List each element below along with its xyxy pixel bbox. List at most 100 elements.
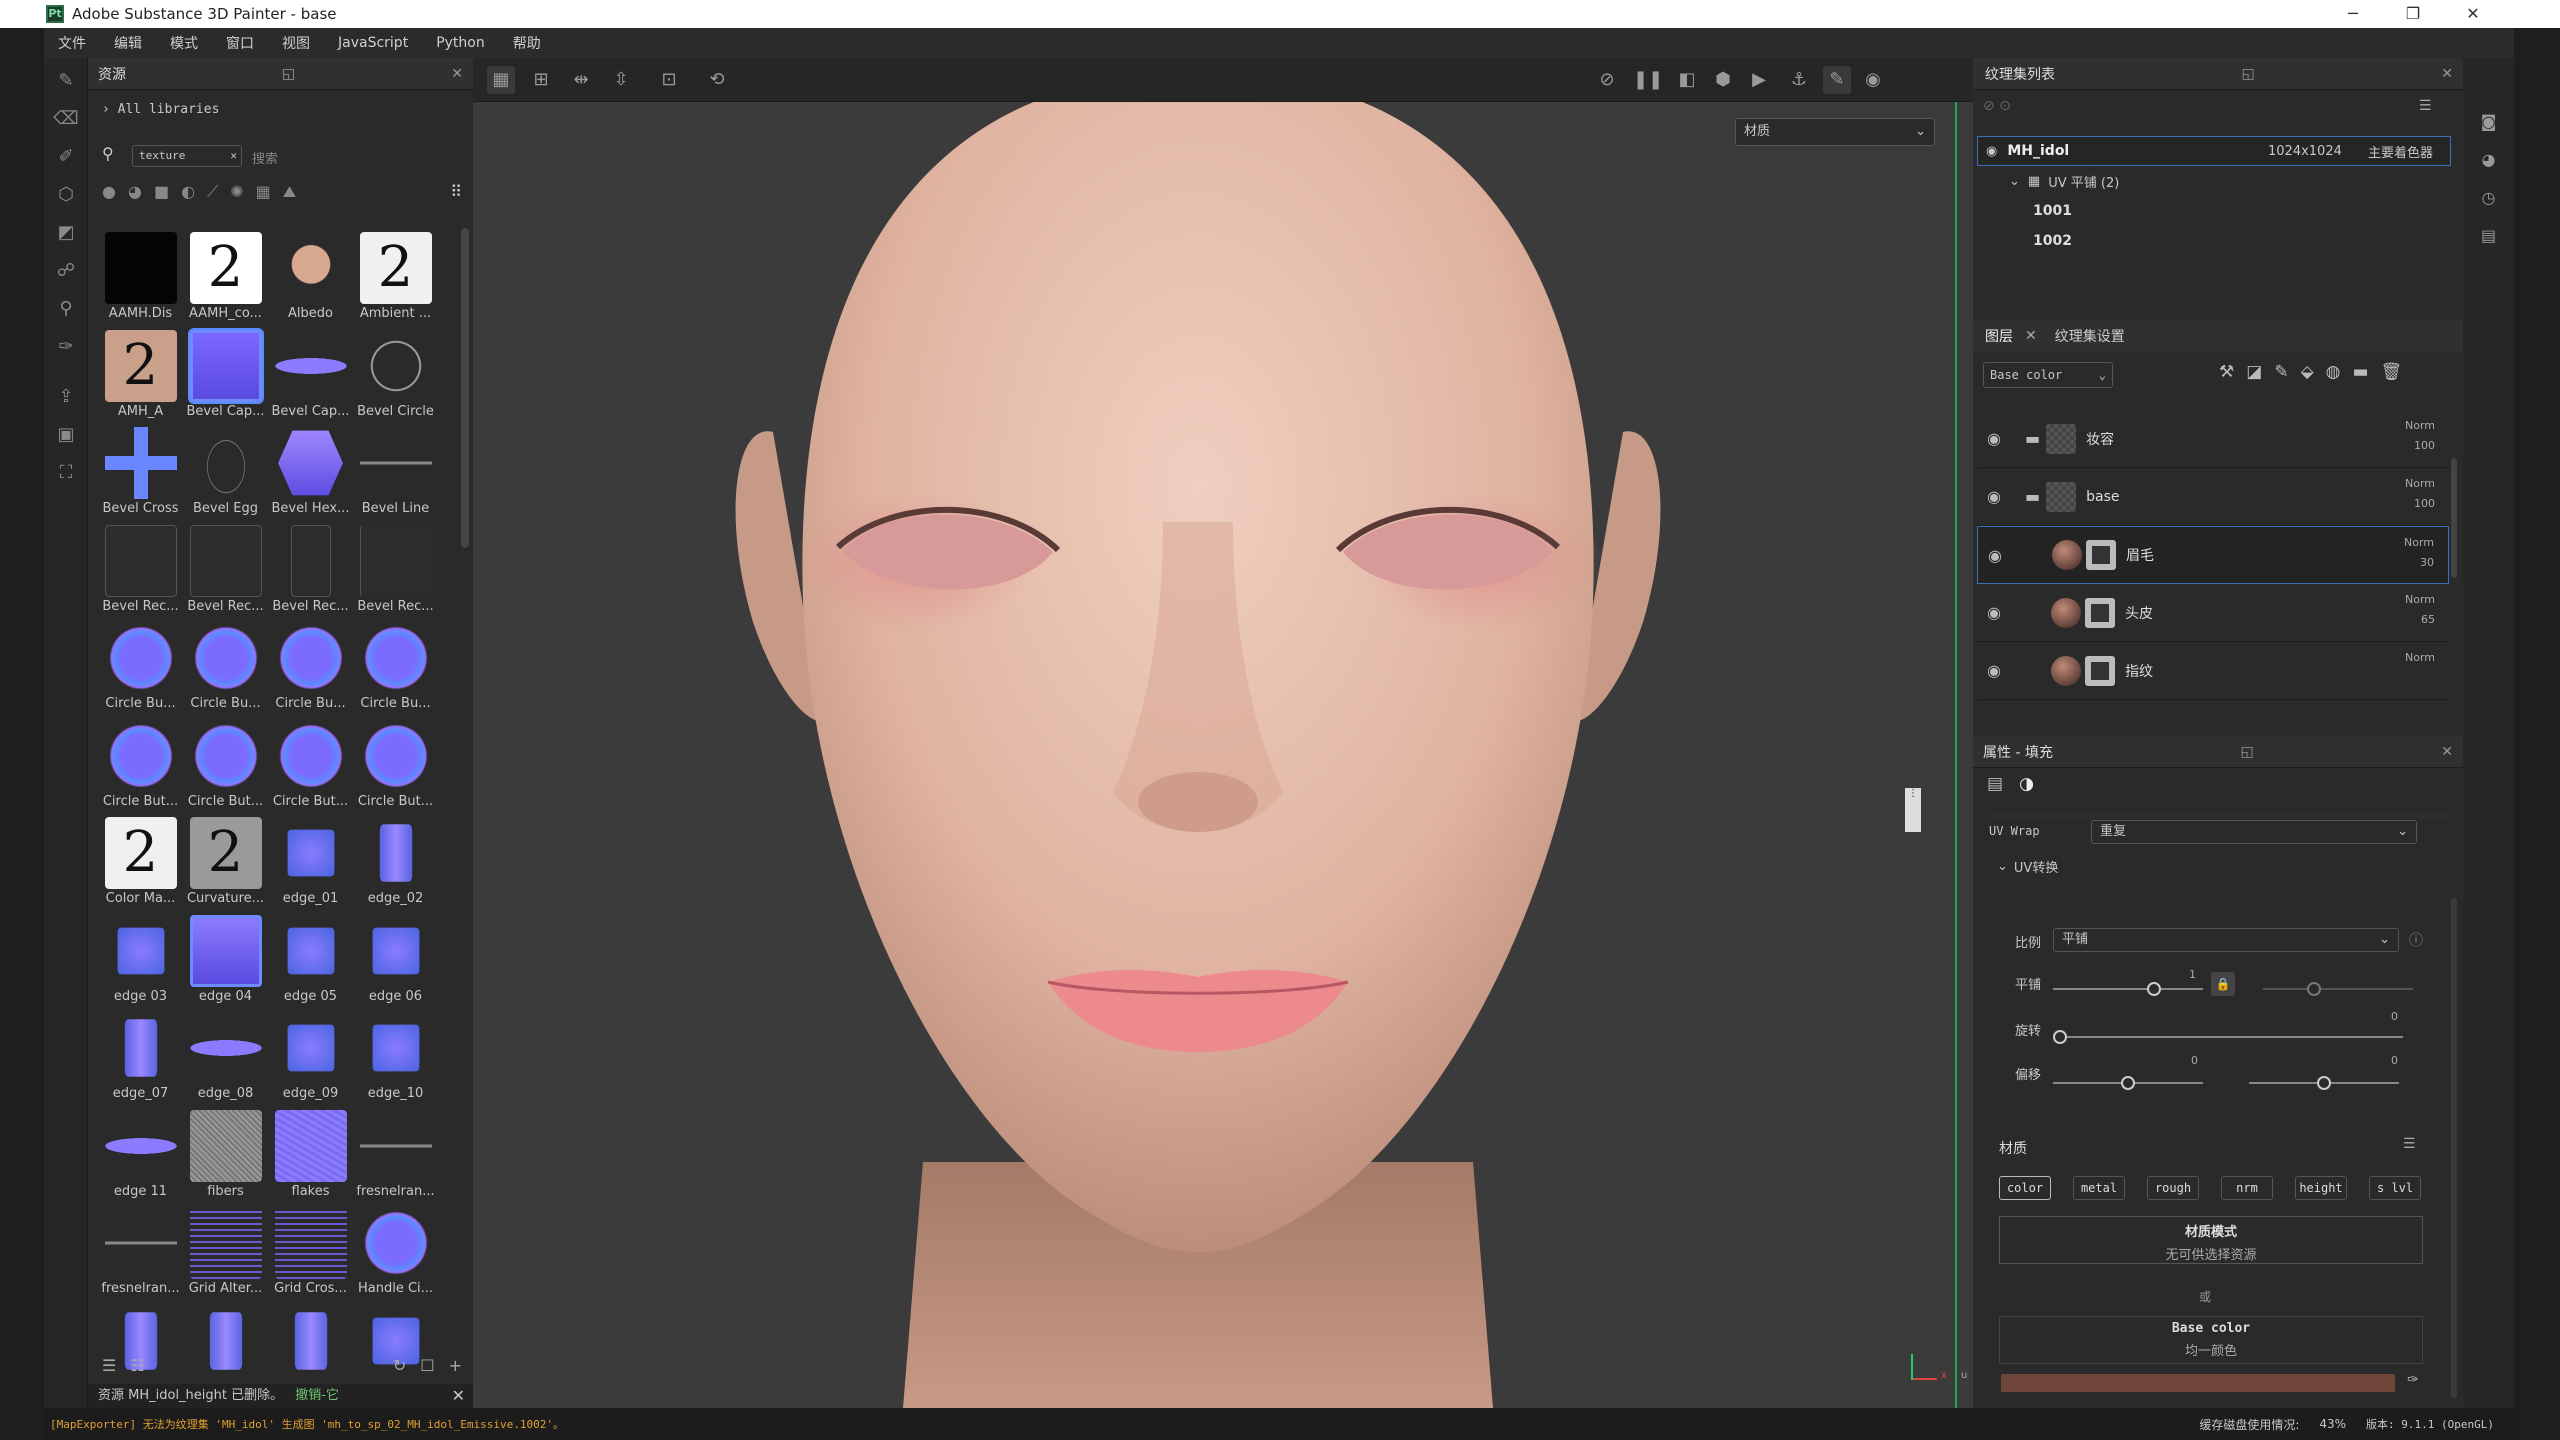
asset-item[interactable]: edge 03	[98, 911, 183, 1009]
material-menu-icon[interactable]: ☰	[2403, 1136, 2416, 1152]
asset-item[interactable]: Bevel Rec...	[268, 521, 353, 619]
close-panel-icon[interactable]: ✕	[2429, 66, 2453, 82]
layer-mask-thumb[interactable]	[2085, 655, 2115, 686]
asset-item[interactable]: Bevel Hex...	[268, 423, 353, 521]
menu-item-3[interactable]: 窗口	[212, 33, 268, 53]
asset-item[interactable]: Circle Bu...	[353, 618, 438, 716]
asset-item[interactable]: Bevel Rec...	[353, 521, 438, 619]
asset-item[interactable]: flakes	[268, 1106, 353, 1204]
frame-icon[interactable]: ⊡	[655, 66, 683, 94]
log-panel-icon[interactable]: ▤	[2475, 222, 2503, 250]
asset-item[interactable]: Circle Bu...	[183, 618, 268, 716]
filter-generator-icon[interactable]: ◐	[181, 182, 195, 208]
refresh-icon[interactable]: ↻	[393, 1356, 406, 1380]
asset-item[interactable]: Bevel Egg	[183, 423, 268, 521]
layer-blend[interactable]: Norm 100	[2405, 416, 2435, 456]
shelf-icon[interactable]: ⛶	[51, 458, 81, 488]
offset-u-slider[interactable]	[2053, 1076, 2203, 1090]
asset-item[interactable]: 2 AMH_A	[98, 326, 183, 424]
close-tab-icon[interactable]: ✕	[2025, 328, 2037, 344]
menu-item-5[interactable]: JavaScript	[324, 35, 422, 51]
hide-icon[interactable]: ⊘	[1593, 66, 1621, 94]
paint-brush-icon[interactable]: ✎	[51, 66, 81, 96]
eye-icon[interactable]: ◉	[1988, 546, 2012, 565]
eye-icon[interactable]: ◉	[1986, 144, 1997, 159]
tile-slider-knob[interactable]	[2147, 982, 2161, 996]
asset-item[interactable]: fresnelran...	[353, 1106, 438, 1204]
list-icon[interactable]: ☰	[102, 1356, 116, 1380]
channel-button-color[interactable]: color	[1999, 1176, 2051, 1200]
filter-mask-icon[interactable]: ■	[154, 182, 169, 208]
history-icon[interactable]: ⟲	[703, 66, 731, 94]
uv-group-row[interactable]: ⌄ ▦ UV 平铺 (2)	[2009, 166, 2119, 196]
pause-icon[interactable]: ❚❚	[1633, 66, 1663, 94]
close-panel-icon[interactable]: ✕	[439, 66, 463, 82]
asset-item[interactable]: Bevel Rec...	[183, 521, 268, 619]
rotate-slider-knob[interactable]	[2053, 1030, 2067, 1044]
tile-slider-v-knob[interactable]	[2307, 982, 2321, 996]
lock-icon[interactable]: 🔒	[2211, 972, 2235, 996]
asset-item[interactable]: edge 06	[353, 911, 438, 1009]
filter-environment-icon[interactable]: ⛰	[283, 182, 296, 208]
restore-icon[interactable]: ❐	[2390, 0, 2436, 28]
add-folder-icon[interactable]: ▬	[2352, 362, 2368, 382]
delete-layer-icon[interactable]: 🗑	[2381, 362, 2403, 382]
search-tag[interactable]: texture ✕	[132, 145, 242, 167]
asset-item[interactable]: Bevel Line	[353, 423, 438, 521]
asset-item[interactable]: 2 Ambient ...	[353, 228, 438, 326]
projection-icon[interactable]: ✐	[51, 142, 81, 172]
add-effect-icon[interactable]: ⚒	[2219, 362, 2234, 382]
asset-item[interactable]: edge 04	[183, 911, 268, 1009]
symmetry-y-icon[interactable]: ⇳	[607, 66, 635, 94]
channel-button-metal[interactable]: metal	[2073, 1176, 2125, 1200]
add-mask-icon[interactable]: ◪	[2246, 362, 2262, 382]
uv-tile-1002[interactable]: 1002	[2033, 226, 2072, 256]
geometry-mask-icon[interactable]: ⬡	[51, 180, 81, 210]
close-panel-icon[interactable]: ✕	[2429, 744, 2453, 760]
add-smart-icon[interactable]: ◍	[2326, 362, 2341, 382]
scale-dropdown[interactable]: 平铺 ⌄	[2053, 928, 2399, 952]
channel-button-s-lvl[interactable]: s lvl	[2369, 1176, 2421, 1200]
paint-mode-icon[interactable]: ✎	[1823, 66, 1851, 94]
asset-item[interactable]: Bevel Cap...	[268, 326, 353, 424]
split-view-icon[interactable]: ⊞	[527, 66, 555, 94]
smudge-icon[interactable]: ☍	[51, 256, 81, 286]
eye-icon[interactable]: ◉	[1987, 487, 2011, 506]
assets-scrollbar[interactable]	[461, 228, 469, 548]
asset-item[interactable]: edge 05	[268, 911, 353, 1009]
fill-material-thumb[interactable]	[2051, 655, 2081, 686]
material-mode-box[interactable]: 材质模式 无可供选择资源	[1999, 1216, 2423, 1264]
settings-menu-icon[interactable]: ☰	[2419, 98, 2432, 114]
asset-item[interactable]: Bevel Rec...	[98, 521, 183, 619]
tile-slider[interactable]	[2053, 982, 2203, 996]
camera-icon[interactable]: ▶	[1745, 66, 1773, 94]
transform-icon[interactable]: ⚓	[1785, 66, 1813, 94]
eye-icon[interactable]: ◉	[1987, 661, 2011, 680]
asset-item[interactable]: Circle But...	[98, 716, 183, 814]
offset-v-slider[interactable]	[2249, 1076, 2399, 1090]
asset-item[interactable]: Circle But...	[353, 716, 438, 814]
rotate-slider[interactable]	[2053, 1030, 2403, 1044]
menu-item-2[interactable]: 模式	[156, 33, 212, 53]
symmetry-x-icon[interactable]: ⇹	[567, 66, 595, 94]
eraser-icon[interactable]: ⌫	[51, 104, 81, 134]
asset-item[interactable]: 2 Color Ma...	[98, 813, 183, 911]
eye-icon[interactable]: ◉	[1987, 429, 2011, 448]
offset-u-knob[interactable]	[2121, 1076, 2135, 1090]
add-paint-layer-icon[interactable]: ✎	[2274, 362, 2288, 382]
offset-v-knob[interactable]	[2317, 1076, 2331, 1090]
cube-icon[interactable]: ⬢	[1709, 66, 1737, 94]
layer-blend[interactable]: Norm	[2405, 648, 2435, 668]
layer-row[interactable]: ◉ 指纹 Norm	[1977, 642, 2449, 700]
layer-blend[interactable]: Norm 100	[2405, 474, 2435, 514]
close-icon[interactable]: ✕	[2450, 0, 2496, 28]
float-icon[interactable]: ◱	[270, 66, 295, 82]
new-window-icon[interactable]: ☐	[420, 1356, 434, 1380]
color-picker-icon[interactable]: ✑	[51, 332, 81, 362]
base-color-swatch[interactable]	[2001, 1374, 2395, 1392]
asset-item[interactable]: edge_10	[353, 1008, 438, 1106]
menu-item-7[interactable]: 帮助	[499, 33, 555, 53]
asset-item[interactable]: edge_09	[268, 1008, 353, 1106]
texture-set-row[interactable]: ◉ MH_idol 1024x1024 主要着色器	[1977, 136, 2451, 166]
shader-settings-icon[interactable]: ◕	[2475, 146, 2503, 174]
